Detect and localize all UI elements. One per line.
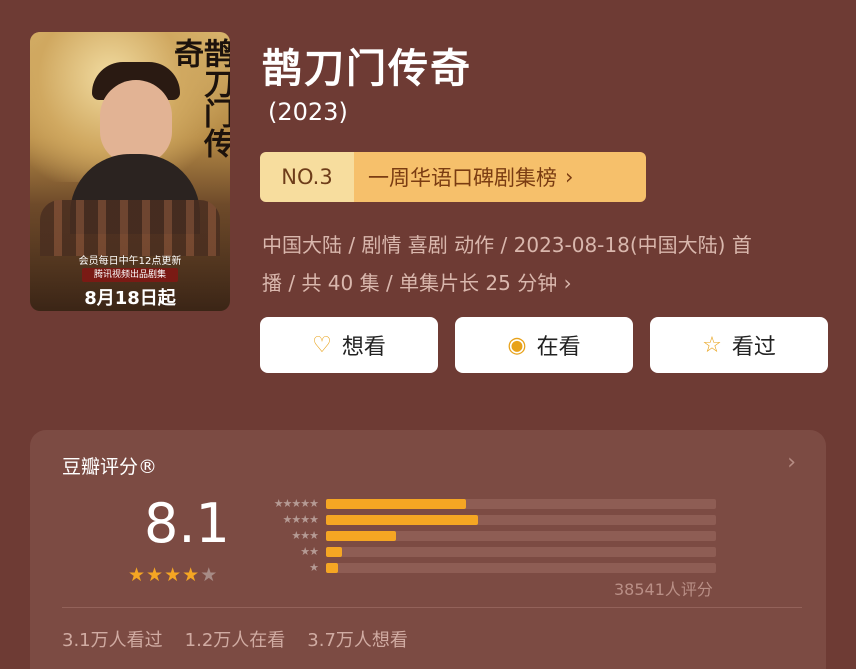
want-count: 3.7万人想看	[307, 630, 408, 651]
poster-date-caption: 8月18日起	[84, 288, 176, 309]
poster-image[interactable]: 鹊刀门传奇 会员每日中午12点更新 腾讯视频出品剧集 8月18日起	[30, 32, 230, 311]
show-year: (2023)	[268, 98, 348, 126]
watched-button[interactable]: ☆ 看过	[650, 317, 828, 373]
want-to-watch-label: 想看	[341, 335, 386, 360]
rating-score: 8.1	[144, 492, 230, 555]
rating-card[interactable]: 豆瓣评分® › 8.1 ★★★★★ ★★★★★ ★★★★ ★★★ ★★ ★ 38541人…	[30, 430, 826, 669]
distribution-track	[326, 563, 716, 573]
distribution-bar	[326, 531, 396, 541]
chevron-right-icon: ›	[565, 165, 574, 189]
distribution-row: ★★	[254, 544, 716, 560]
distribution-stars-label: ★	[309, 561, 319, 574]
distribution-row: ★★★★★	[254, 496, 716, 512]
rating-distribution: ★★★★★ ★★★★ ★★★ ★★ ★	[254, 496, 716, 576]
meta-line-2: 播 / 共 40 集 / 单集片长 25 分钟 ›	[262, 271, 572, 295]
distribution-bar	[326, 499, 466, 509]
star-filled-icon: ★	[164, 564, 183, 586]
star-filled-icon: ★	[146, 564, 165, 586]
audience-stats: 3.1万人看过 1.2万人在看 3.7万人想看	[62, 626, 408, 652]
star-empty-icon: ★	[200, 564, 219, 586]
ranking-badge[interactable]: NO.3 一周华语口碑剧集榜 ›	[260, 152, 646, 202]
rating-stars: ★★★★★	[128, 564, 218, 586]
action-buttons: ♡ 想看 ◉ 在看 ☆ 看过	[260, 317, 828, 373]
distribution-stars-label: ★★	[300, 545, 319, 558]
watched-label: 看过	[731, 335, 776, 360]
rank-number: NO.3	[260, 152, 354, 202]
show-title: 鹊刀门传奇	[262, 46, 472, 92]
distribution-bar	[326, 563, 338, 573]
rank-list-label: 一周华语口碑剧集榜	[368, 166, 557, 190]
rating-count: 38541人评分	[614, 580, 713, 599]
distribution-row: ★	[254, 560, 716, 576]
star-filled-icon: ★	[182, 564, 201, 586]
distribution-row: ★★★★	[254, 512, 716, 528]
divider	[62, 607, 802, 608]
watched-count: 3.1万人看过	[62, 630, 163, 651]
watching-label: 在看	[536, 335, 581, 360]
want-to-watch-button[interactable]: ♡ 想看	[260, 317, 438, 373]
distribution-bar	[326, 515, 478, 525]
distribution-track	[326, 499, 716, 509]
target-icon: ◉	[507, 332, 527, 358]
poster-update-caption: 会员每日中午12点更新	[78, 256, 182, 267]
rating-title: 豆瓣评分®	[62, 456, 158, 478]
show-meta-info[interactable]: 中国大陆 / 剧情 喜剧 动作 / 2023-08-18(中国大陆) 首 播 /…	[262, 226, 822, 302]
distribution-track	[326, 547, 716, 557]
star-filled-icon: ★	[128, 564, 147, 586]
distribution-track	[326, 531, 716, 541]
poster-face	[100, 80, 172, 164]
distribution-track	[326, 515, 716, 525]
rank-list-name: 一周华语口碑剧集榜 ›	[354, 152, 646, 202]
poster-platform-caption: 腾讯视频出品剧集	[82, 268, 178, 282]
poster-calligraphy-title: 鹊刀门传奇	[168, 38, 230, 158]
distribution-stars-label: ★★★	[291, 529, 319, 542]
chevron-right-icon[interactable]: ›	[787, 450, 796, 475]
poster-crowd	[40, 200, 220, 256]
distribution-bar	[326, 547, 342, 557]
star-outline-icon: ☆	[702, 332, 722, 358]
meta-line-1: 中国大陆 / 剧情 喜剧 动作 / 2023-08-18(中国大陆) 首	[262, 233, 752, 257]
distribution-row: ★★★	[254, 528, 716, 544]
watching-button[interactable]: ◉ 在看	[455, 317, 633, 373]
distribution-stars-label: ★★★★★	[273, 497, 319, 510]
watching-count: 1.2万人在看	[184, 630, 286, 651]
distribution-stars-label: ★★★★	[282, 513, 319, 526]
heart-plus-icon: ♡	[312, 332, 332, 358]
